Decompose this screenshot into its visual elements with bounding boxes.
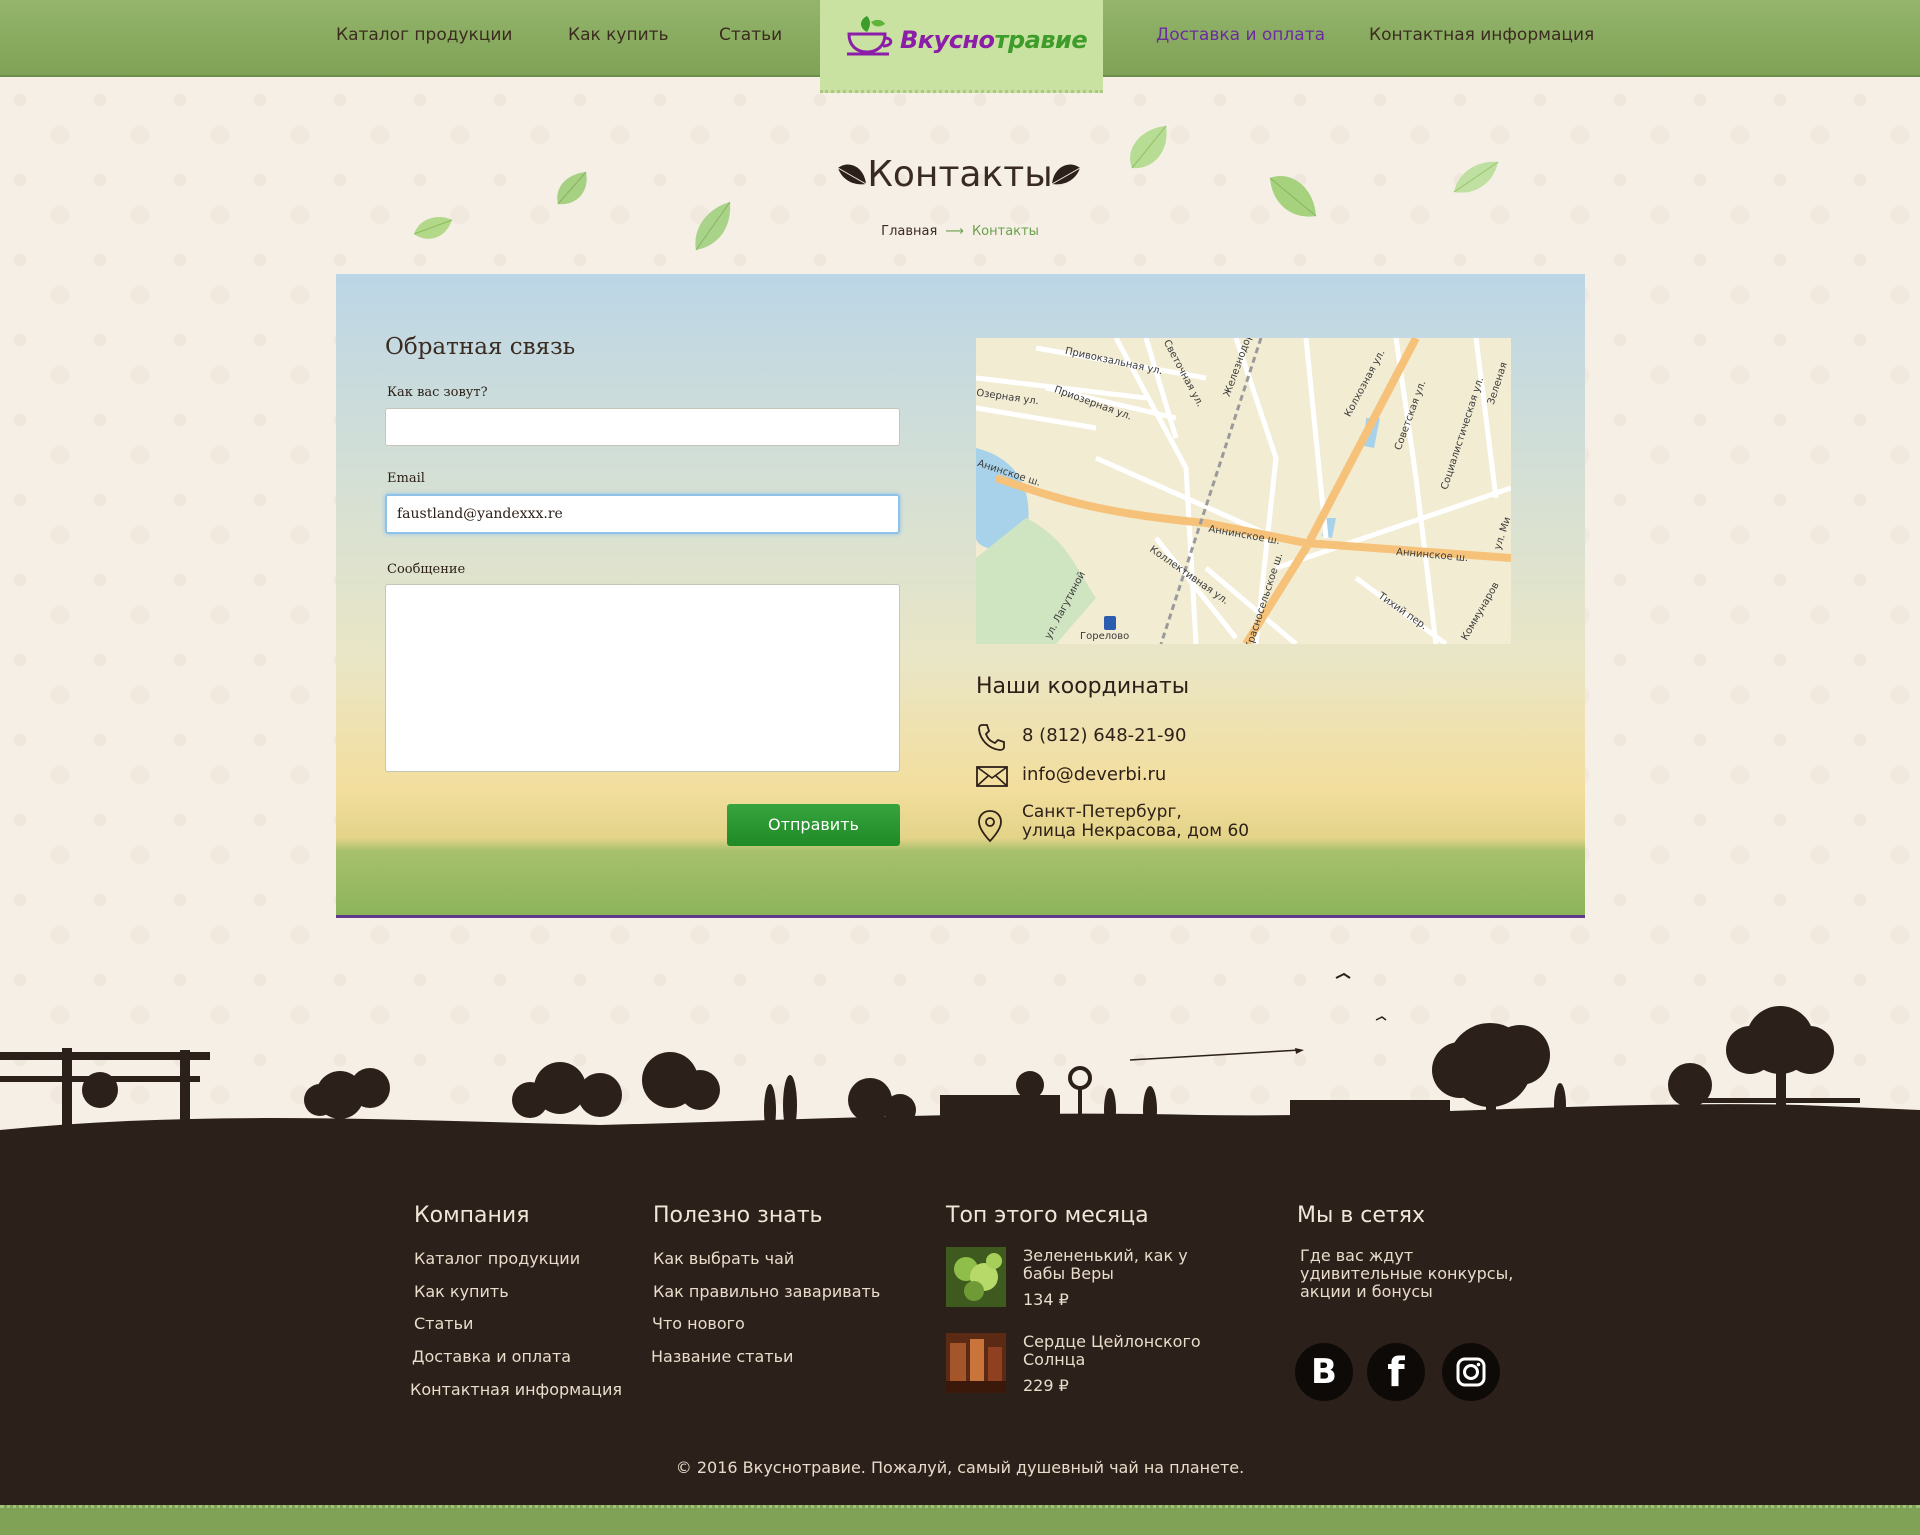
address-text: Санкт-Петербург, улица Некрасова, дом 60 [1022, 802, 1250, 841]
footer-company-title: Компания [414, 1203, 530, 1228]
name-input[interactable] [385, 408, 900, 446]
footer-social-title: Мы в сетях [1297, 1203, 1426, 1228]
footer-link-catalog[interactable]: Каталог продукции [414, 1249, 580, 1268]
breadcrumb-arrow-icon: ⟶ [945, 224, 964, 239]
email-input[interactable]: faustland@yandexxx.re [385, 494, 900, 534]
footer-link-choose-tea[interactable]: Как выбрать чай [653, 1249, 794, 1268]
product-thumbnail[interactable] [946, 1247, 1006, 1307]
location-pin-icon [978, 810, 1002, 843]
footer-link-how-to-buy[interactable]: Как купить [414, 1282, 509, 1301]
logo-text: Вкуснотравие [900, 26, 1088, 54]
nav-how-to-buy[interactable]: Как купить [568, 25, 669, 45]
product-name[interactable]: Зелененький, как у бабы Веры [1023, 1247, 1213, 1283]
tea-cup-icon [847, 16, 893, 56]
feedback-form-title: Обратная связь [385, 334, 576, 360]
farm-silhouette [0, 972, 1920, 1140]
instagram-icon[interactable] [1442, 1343, 1500, 1401]
name-label: Как вас зовут? [387, 385, 488, 400]
page-title: Контакты [867, 154, 1053, 195]
nav-catalog[interactable]: Каталог продукции [336, 25, 512, 45]
message-textarea[interactable] [385, 584, 900, 772]
map-station-label: Горелово [1080, 631, 1130, 642]
leaf-icon [413, 216, 453, 239]
location-map[interactable]: Привокзальная ул. Светочная ул. Железнод… [976, 338, 1511, 644]
leaf-icon [1051, 164, 1081, 185]
footer-link-contacts[interactable]: Контактная информация [410, 1380, 622, 1399]
contact-panel: Обратная связь Как вас зовут? Email faus… [336, 274, 1585, 918]
breadcrumb-current: Контакты [971, 224, 1039, 239]
envelope-icon [976, 766, 1008, 787]
leaf-icon [695, 201, 731, 251]
phone-number[interactable]: 8 (812) 648-21-90 [1022, 725, 1186, 746]
product-name[interactable]: Сердце Цейлонского Солнца [1023, 1333, 1213, 1369]
logo[interactable]: Вкуснотравие [820, 0, 1103, 93]
leaf-icon [557, 171, 587, 205]
leaf-icon [1130, 125, 1167, 169]
footer [0, 1130, 1920, 1505]
footer-link-articles[interactable]: Статьи [414, 1314, 473, 1333]
footer-link-brewing[interactable]: Как правильно заваривать [653, 1282, 880, 1301]
instagram-glyph [1456, 1357, 1486, 1387]
leaf-icon [1453, 161, 1499, 193]
copyright: © 2016 Вкуснотравие. Пожалуй, самый душе… [675, 1458, 1245, 1477]
footer-link-whats-new[interactable]: Что нового [652, 1314, 745, 1333]
submit-button[interactable]: Отправить [727, 804, 900, 846]
product-thumbnail[interactable] [946, 1333, 1006, 1393]
nav-delivery[interactable]: Доставка и оплата [1156, 25, 1325, 45]
nav-contacts[interactable]: Контактная информация [1369, 25, 1594, 45]
footer-link-article[interactable]: Название статьи [651, 1347, 793, 1366]
product-price: 134 ₽ [1023, 1290, 1069, 1309]
footer-social-text: Где вас ждут удивительные конкурсы, акци… [1300, 1246, 1514, 1301]
breadcrumb-home[interactable]: Главная [881, 224, 937, 239]
email-label: Email [387, 471, 425, 486]
coordinates-title: Наши координаты [976, 674, 1190, 699]
vk-icon[interactable]: B [1295, 1343, 1353, 1401]
contact-email[interactable]: info@deverbi.ru [1022, 764, 1166, 785]
facebook-icon[interactable]: f [1367, 1343, 1425, 1401]
phone-icon [978, 724, 1005, 751]
product-price: 229 ₽ [1023, 1376, 1069, 1395]
footer-link-delivery[interactable]: Доставка и оплата [412, 1347, 571, 1366]
nav-articles[interactable]: Статьи [719, 25, 782, 45]
message-label: Сообщение [387, 562, 466, 577]
breadcrumb: Главная ⟶ Контакты [0, 224, 1920, 239]
footer-useful-title: Полезно знать [653, 1203, 823, 1228]
footer-bottom-strip [0, 1505, 1920, 1535]
leaf-icon [1269, 175, 1317, 217]
footer-top-title: Топ этого месяца [946, 1203, 1149, 1228]
